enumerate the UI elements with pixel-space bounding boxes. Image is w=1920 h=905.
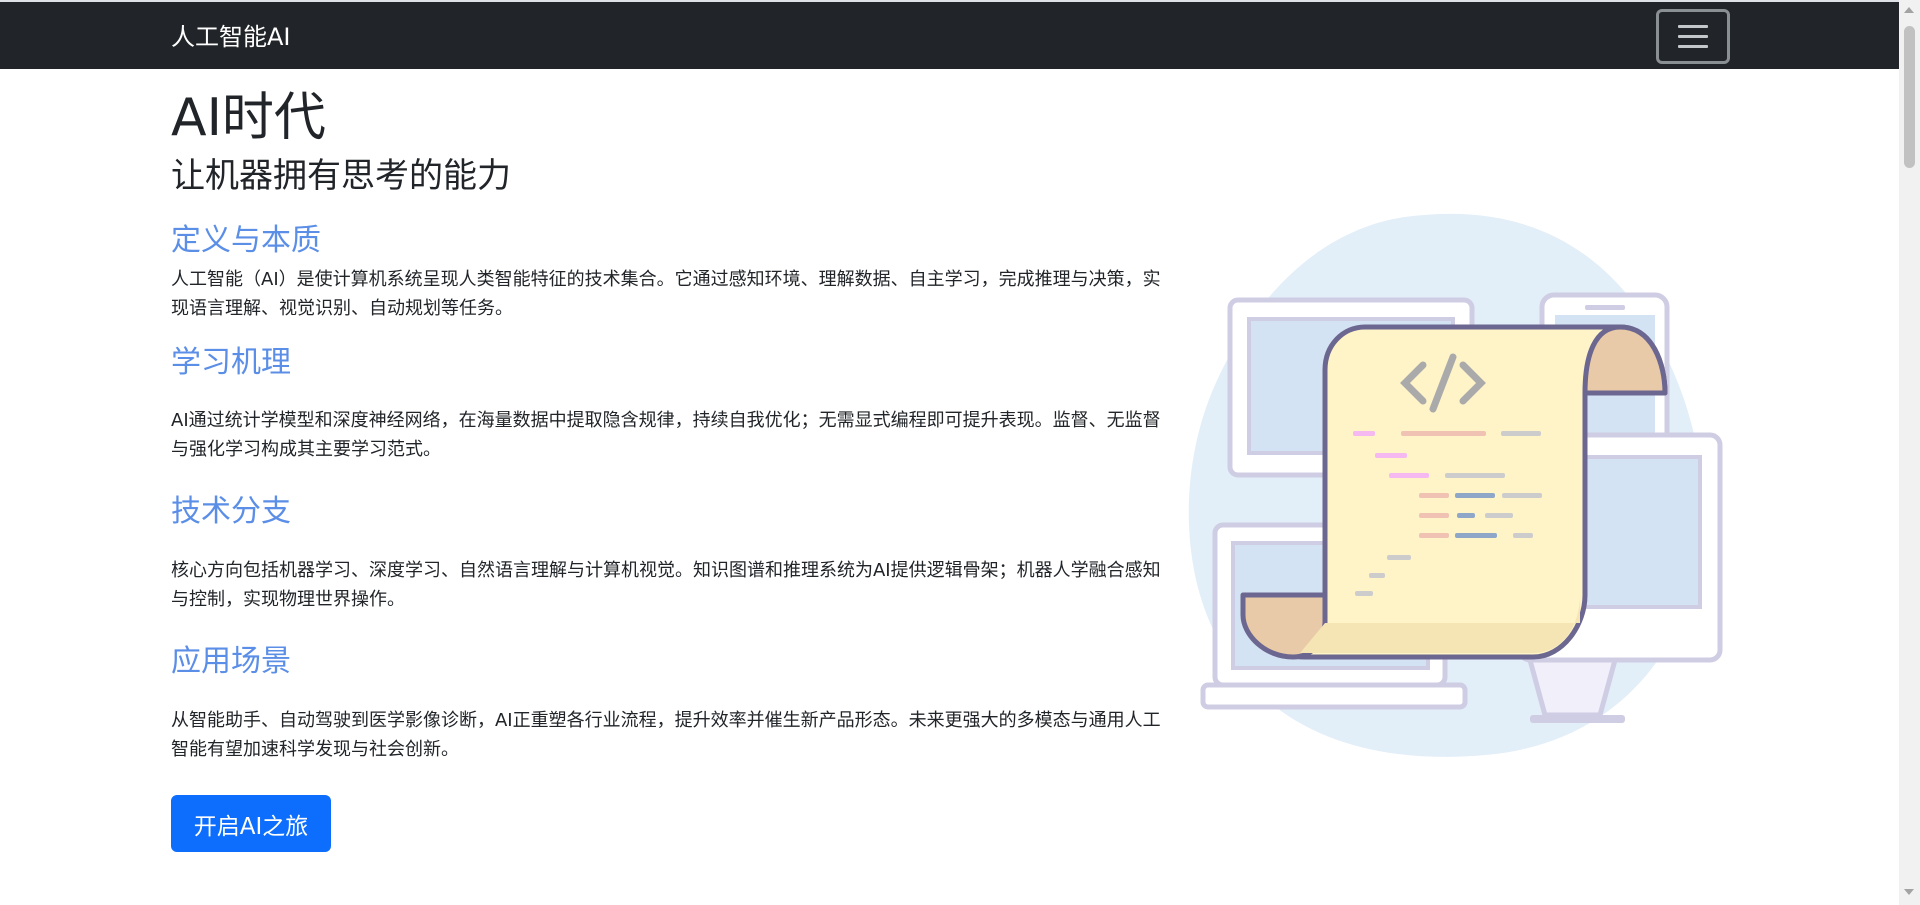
code-scroll-devices-illustration <box>1175 205 1725 765</box>
section-title-applications: 应用场景 <box>171 644 291 679</box>
scrollbar-thumb[interactable] <box>1904 26 1915 168</box>
top-navbar: 人工智能AI <box>0 0 1899 69</box>
start-ai-journey-button[interactable]: 开启AI之旅 <box>171 795 331 852</box>
section-title-definition: 定义与本质 <box>171 223 321 258</box>
navbar-toggler-button[interactable] <box>1656 9 1730 64</box>
section-title-branches: 技术分支 <box>171 494 291 529</box>
section-text-applications: 从智能助手、自动驾驶到医学影像诊断，AI正重塑各行业流程，提升效率并催生新产品形… <box>171 710 1161 760</box>
section-text-learning: AI通过统计学模型和深度神经网络，在海量数据中提取隐含规律，持续自我优化；无需显… <box>171 410 1161 460</box>
section-text-branches: 核心方向包括机器学习、深度学习、自然语言理解与计算机视觉。知识图谱和推理系统为A… <box>171 560 1161 610</box>
scroll-up-arrow-icon[interactable] <box>1904 7 1914 13</box>
section-title-learning: 学习机理 <box>171 345 291 380</box>
page-subtitle: 让机器拥有思考的能力 <box>171 156 511 196</box>
page-scrollbar[interactable] <box>1899 0 1920 905</box>
page-title: AI时代 <box>171 88 326 148</box>
scroll-down-arrow-icon[interactable] <box>1904 889 1914 895</box>
section-text-definition: 人工智能（AI）是使计算机系统呈现人类智能特征的技术集合。它通过感知环境、理解数… <box>171 269 1161 319</box>
navbar-brand[interactable]: 人工智能AI <box>171 22 291 52</box>
